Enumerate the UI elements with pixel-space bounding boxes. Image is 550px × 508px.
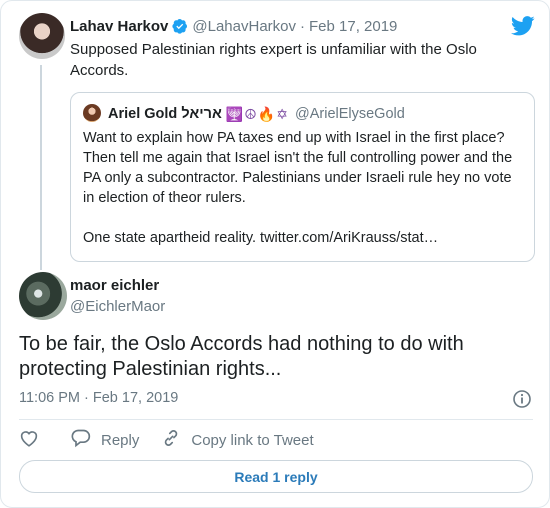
link-icon: [161, 428, 191, 452]
copy-link-button[interactable]: Copy link to Tweet: [161, 428, 314, 452]
tweet-card: Lahav Harkov @LahavHarkov · Feb 17, 2019…: [0, 0, 550, 508]
read-replies-button[interactable]: Read 1 reply: [19, 460, 533, 493]
tweet-actions: Reply Copy link to Tweet: [19, 429, 336, 451]
reply-author-avatar[interactable]: [19, 272, 67, 320]
quoted-tweet[interactable]: Ariel Gold אריאל 🕎☮🔥✡ @ArielElyseGold Wa…: [70, 92, 535, 262]
reply-tweet-text: To be fair, the Oslo Accords had nothing…: [19, 333, 464, 380]
quoted-author-handle: @ArielElyseGold: [295, 106, 405, 122]
parent-author-handle[interactable]: @LahavHarkov: [192, 18, 296, 35]
reply-button[interactable]: Reply: [71, 428, 139, 452]
reply-timestamp[interactable]: 11:06 PM · Feb 17, 2019: [19, 390, 178, 406]
reply-icon: [71, 428, 101, 452]
reply-author-handle[interactable]: @EichlerMaor: [70, 298, 165, 315]
info-icon[interactable]: [512, 389, 532, 409]
quoted-tweet-text: Want to explain how PA taxes end up with…: [83, 128, 523, 248]
reply-label: Reply: [101, 431, 140, 449]
copy-link-label: Copy link to Tweet: [191, 431, 314, 449]
quoted-tweet-paragraph-2: One state apartheid reality. twitter.com…: [83, 230, 439, 246]
quoted-author-row: Ariel Gold אריאל 🕎☮🔥✡ @ArielElyseGold: [108, 104, 405, 124]
thread-connector-line: [40, 65, 42, 270]
separator-dot: ·: [300, 17, 305, 35]
parent-author-name[interactable]: Lahav Harkov: [70, 18, 168, 35]
parent-author-avatar[interactable]: [19, 13, 65, 59]
heart-icon: [19, 429, 49, 451]
parent-tweet-date[interactable]: Feb 17, 2019: [309, 18, 397, 35]
quoted-tweet-paragraph-1: Want to explain how PA taxes end up with…: [83, 130, 513, 206]
quoted-author-avatar: [83, 104, 101, 122]
twitter-bird-icon[interactable]: [510, 15, 535, 37]
quoted-author-name: Ariel Gold אריאל: [108, 106, 222, 122]
reply-author-name[interactable]: maor eichler: [70, 277, 159, 294]
actions-divider: [19, 419, 533, 420]
quoted-author-emoji: 🕎☮🔥✡: [225, 105, 289, 122]
like-button[interactable]: [19, 429, 49, 451]
parent-author-row: Lahav Harkov @LahavHarkov · Feb 17, 2019: [70, 16, 397, 36]
verified-badge-icon: [172, 18, 188, 34]
parent-tweet-text: Supposed Palestinian rights expert is un…: [70, 41, 477, 79]
